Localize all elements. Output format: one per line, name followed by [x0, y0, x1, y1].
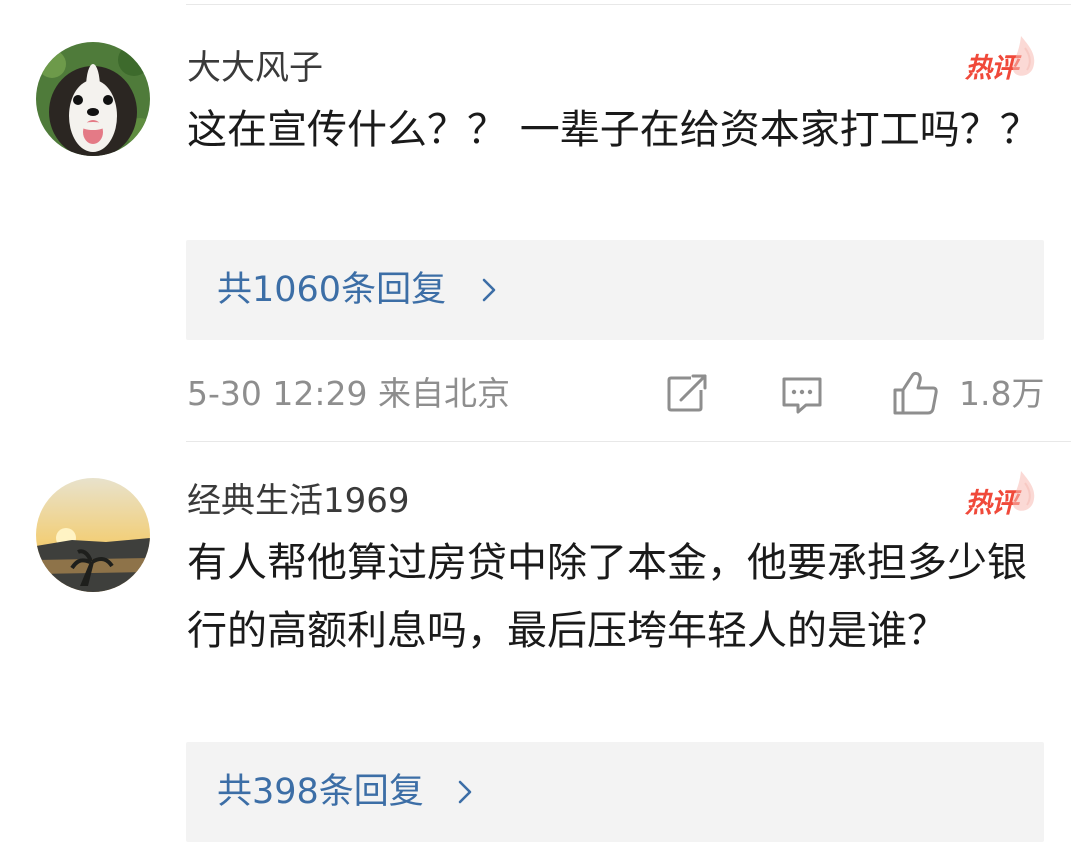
timestamp-location: 5-30 12:29 来自北京: [187, 374, 510, 413]
comment-meta-row: 5-30 12:29 来自北京 1.8万: [0, 368, 1071, 418]
like-count: 1.8万: [959, 374, 1045, 413]
replies-link[interactable]: 共398条回复: [217, 772, 424, 812]
comment-divider: [186, 441, 1071, 442]
replies-link[interactable]: 共1060条回复: [217, 270, 446, 310]
replies-panel[interactable]: 共1060条回复: [186, 240, 1044, 340]
chevron-right-icon: [482, 278, 496, 302]
comment-icon[interactable]: [780, 375, 824, 415]
flame-icon: [1012, 471, 1035, 511]
user-avatar[interactable]: [36, 42, 150, 156]
top-divider: [186, 4, 1071, 5]
hot-comment-badge: 热评: [959, 34, 1039, 90]
share-icon[interactable]: [665, 374, 709, 414]
comment-text: 有人帮他算过房贷中除了本金，他要承担多少银行的高额利息吗，最后压垮年轻人的是谁？: [187, 540, 1027, 654]
like-icon[interactable]: [892, 370, 940, 416]
flame-icon: [1012, 36, 1035, 76]
dog-avatar-image: [36, 42, 150, 156]
chevron-right-icon: [458, 780, 472, 804]
sunset-avatar-image: [36, 478, 150, 592]
username[interactable]: 大大风子: [187, 48, 323, 88]
user-avatar[interactable]: [36, 478, 150, 592]
hot-comment-badge: 热评: [959, 469, 1039, 525]
username[interactable]: 经典生活1969: [187, 481, 410, 521]
comment-text: 这在宣传什么？？ 一辈子在给资本家打工吗？？: [187, 107, 1040, 153]
replies-panel[interactable]: 共398条回复: [186, 742, 1044, 842]
